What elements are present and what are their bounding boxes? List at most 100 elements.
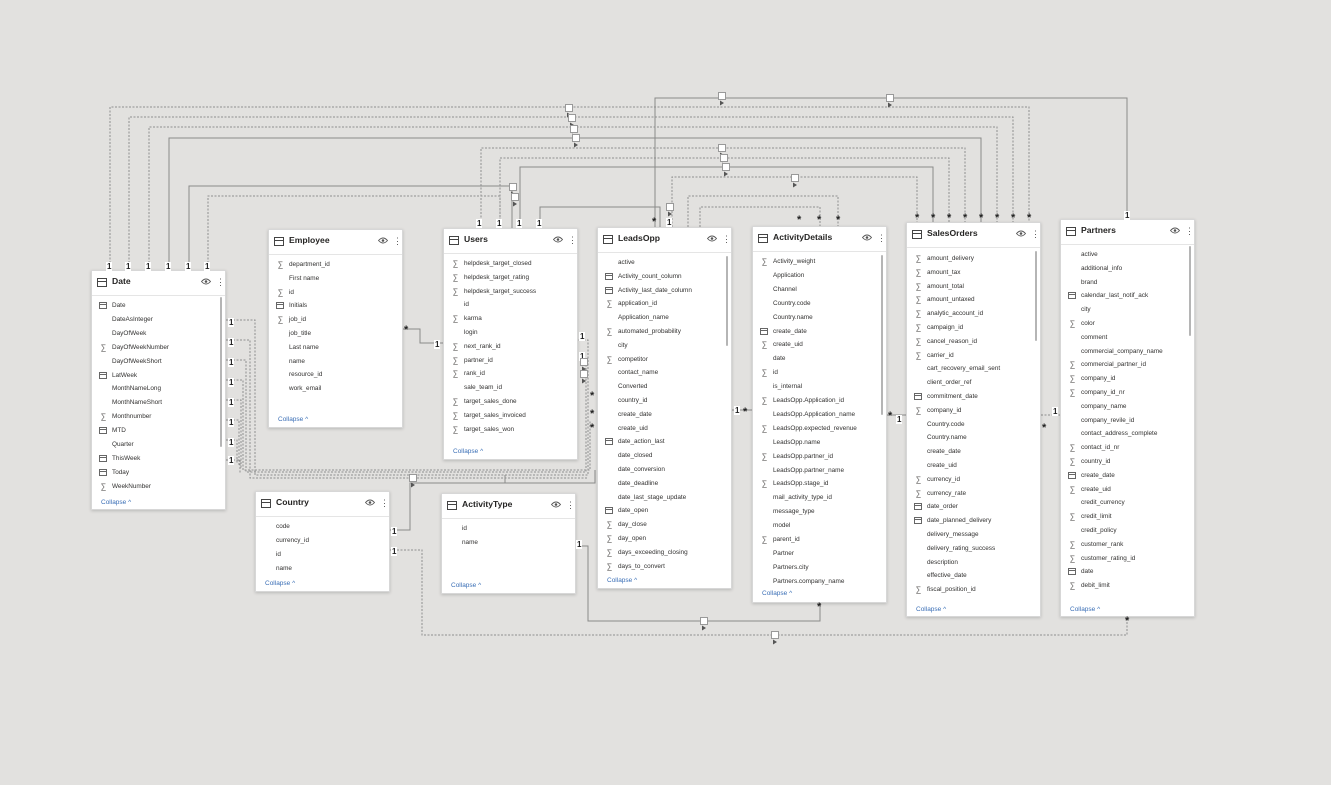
table-header[interactable]: Partners ⋮	[1061, 220, 1194, 245]
field-row[interactable]: code	[256, 520, 389, 533]
table-card-salesorders[interactable]: SalesOrders ⋮ ∑ amount_delivery ∑ amount_tax ∑…	[906, 222, 1041, 617]
field-row[interactable]: client_order_ref	[907, 376, 1040, 389]
table-header[interactable]: LeadsOpp ⋮	[598, 228, 731, 253]
filter-direction-arrow-icon[interactable]	[666, 203, 674, 217]
field-row[interactable]: ∑ helpdesk_target_closed	[444, 257, 577, 270]
filter-direction-arrow-icon[interactable]	[572, 134, 580, 148]
more-options-icon[interactable]: ⋮	[216, 276, 225, 288]
more-options-icon[interactable]: ⋮	[566, 499, 575, 511]
field-row[interactable]: LatWeek	[92, 369, 225, 382]
scrollbar-thumb[interactable]	[726, 256, 728, 346]
filter-direction-arrow-icon[interactable]	[722, 163, 730, 177]
filter-direction-arrow-icon[interactable]	[570, 125, 578, 139]
field-row[interactable]: name	[442, 536, 575, 549]
field-row[interactable]: login	[444, 326, 577, 339]
field-row[interactable]: MonthNameShort	[92, 396, 225, 409]
scrollbar-thumb[interactable]	[220, 297, 222, 447]
field-row[interactable]: create_date	[907, 445, 1040, 458]
eye-icon[interactable]	[1170, 227, 1180, 234]
field-row[interactable]: additional_info	[1061, 262, 1194, 275]
more-options-icon[interactable]: ⋮	[722, 233, 731, 245]
field-row[interactable]: mail_activity_type_id	[753, 491, 886, 504]
field-row[interactable]: date_open	[598, 504, 731, 517]
table-card-leadsopp[interactable]: LeadsOpp ⋮ active Activity_count_column Acti…	[597, 227, 732, 589]
more-options-icon[interactable]: ⋮	[1185, 225, 1194, 237]
field-row[interactable]: is_internal	[753, 380, 886, 393]
field-row[interactable]: LeadsOpp.partner_name	[753, 464, 886, 477]
field-row[interactable]: date_deadline	[598, 477, 731, 490]
table-card-activitytype[interactable]: ActivityType ⋮ id name Collapse ^	[441, 493, 576, 594]
field-row[interactable]: company_name	[1061, 400, 1194, 413]
field-row[interactable]: date	[1061, 565, 1194, 578]
field-row[interactable]: name	[269, 355, 402, 368]
field-row[interactable]: ∑ id	[269, 286, 402, 299]
filter-direction-arrow-icon[interactable]	[718, 144, 726, 158]
table-header[interactable]: Date ⋮	[92, 271, 225, 296]
field-row[interactable]: ∑ LeadsOpp.expected_revenue	[753, 422, 886, 435]
field-row[interactable]: ∑ customer_rating_id	[1061, 552, 1194, 565]
field-row[interactable]: ∑ Activity_weight	[753, 255, 886, 268]
field-row[interactable]: ∑ department_id	[269, 258, 402, 271]
eye-icon[interactable]	[551, 501, 561, 508]
more-options-icon[interactable]: ⋮	[393, 235, 402, 247]
field-row[interactable]: Activity_count_column	[598, 270, 731, 283]
filter-direction-arrow-icon[interactable]	[409, 474, 417, 488]
field-row[interactable]: model	[753, 519, 886, 532]
field-row[interactable]: ∑ amount_tax	[907, 266, 1040, 279]
field-row[interactable]: ∑ days_to_convert	[598, 560, 731, 573]
table-card-employee[interactable]: Employee ⋮ ∑ department_id First name ∑ id Init…	[268, 229, 403, 428]
field-row[interactable]: Partners.company_name	[753, 575, 886, 586]
field-row[interactable]: date_order	[907, 500, 1040, 513]
field-row[interactable]: ∑ country_id	[1061, 455, 1194, 468]
field-row[interactable]: sale_team_id	[444, 381, 577, 394]
field-list[interactable]: ∑ helpdesk_target_closed ∑ helpdesk_target_…	[444, 257, 577, 444]
field-row[interactable]: ∑ commercial_partner_id	[1061, 358, 1194, 371]
filter-direction-arrow-icon[interactable]	[565, 104, 573, 118]
filter-direction-arrow-icon[interactable]	[568, 114, 576, 128]
field-row[interactable]: DayOfWeekShort	[92, 355, 225, 368]
field-row[interactable]: delivery_rating_success	[907, 542, 1040, 555]
eye-icon[interactable]	[553, 236, 563, 243]
field-row[interactable]: create_uid	[907, 459, 1040, 472]
field-list[interactable]: active additional_info brand calendar_last_…	[1061, 248, 1194, 602]
more-options-icon[interactable]: ⋮	[380, 497, 389, 509]
field-row[interactable]: ∑ LeadsOpp.partner_id	[753, 450, 886, 463]
filter-direction-arrow-icon[interactable]	[580, 370, 588, 384]
field-row[interactable]: cart_recovery_email_sent	[907, 362, 1040, 375]
table-card-activitydetails[interactable]: ActivityDetails ⋮ ∑ Activity_weight Applicat…	[752, 226, 887, 603]
field-row[interactable]: ∑ helpdesk_target_success	[444, 285, 577, 298]
field-row[interactable]: Country.name	[753, 311, 886, 324]
field-row[interactable]: date_conversion	[598, 463, 731, 476]
collapse-button[interactable]: Collapse ^	[101, 499, 131, 506]
filter-direction-arrow-icon[interactable]	[511, 193, 519, 207]
field-row[interactable]: ∑ contact_id_nr	[1061, 441, 1194, 454]
field-row[interactable]: ∑ rank_id	[444, 367, 577, 380]
field-row[interactable]: Today	[92, 466, 225, 479]
field-list[interactable]: ∑ Activity_weight Application Channel Countr…	[753, 255, 886, 586]
field-row[interactable]: ∑ currency_id	[907, 473, 1040, 486]
field-row[interactable]: name	[256, 562, 389, 575]
field-row[interactable]: Initials	[269, 299, 402, 312]
field-row[interactable]: date_closed	[598, 449, 731, 462]
field-row[interactable]: description	[907, 556, 1040, 569]
more-options-icon[interactable]: ⋮	[568, 234, 577, 246]
field-row[interactable]: Channel	[753, 283, 886, 296]
field-row[interactable]: job_title	[269, 327, 402, 340]
field-row[interactable]: Application_name	[598, 311, 731, 324]
eye-icon[interactable]	[378, 237, 388, 244]
collapse-button[interactable]: Collapse ^	[762, 590, 792, 597]
eye-icon[interactable]	[201, 278, 211, 285]
table-header[interactable]: Country ⋮	[256, 492, 389, 517]
field-row[interactable]: ∑ fiscal_position_id	[907, 583, 1040, 596]
field-row[interactable]: brand	[1061, 276, 1194, 289]
table-card-date[interactable]: Date ⋮ Date DateAsInteger DayOfWeek ∑ DayOfWee…	[91, 270, 226, 510]
relationship-line[interactable]	[539, 206, 661, 228]
field-row[interactable]: ∑ partner_id	[444, 354, 577, 367]
field-row[interactable]: ∑ day_close	[598, 518, 731, 531]
field-row[interactable]: id	[442, 522, 575, 535]
field-row[interactable]: ∑ cancel_reason_id	[907, 335, 1040, 348]
field-row[interactable]: ∑ DayOfWeekNumber	[92, 341, 225, 354]
field-row[interactable]: ∑ application_id	[598, 297, 731, 310]
eye-icon[interactable]	[862, 234, 872, 241]
field-row[interactable]: ∑ create_uid	[1061, 483, 1194, 496]
